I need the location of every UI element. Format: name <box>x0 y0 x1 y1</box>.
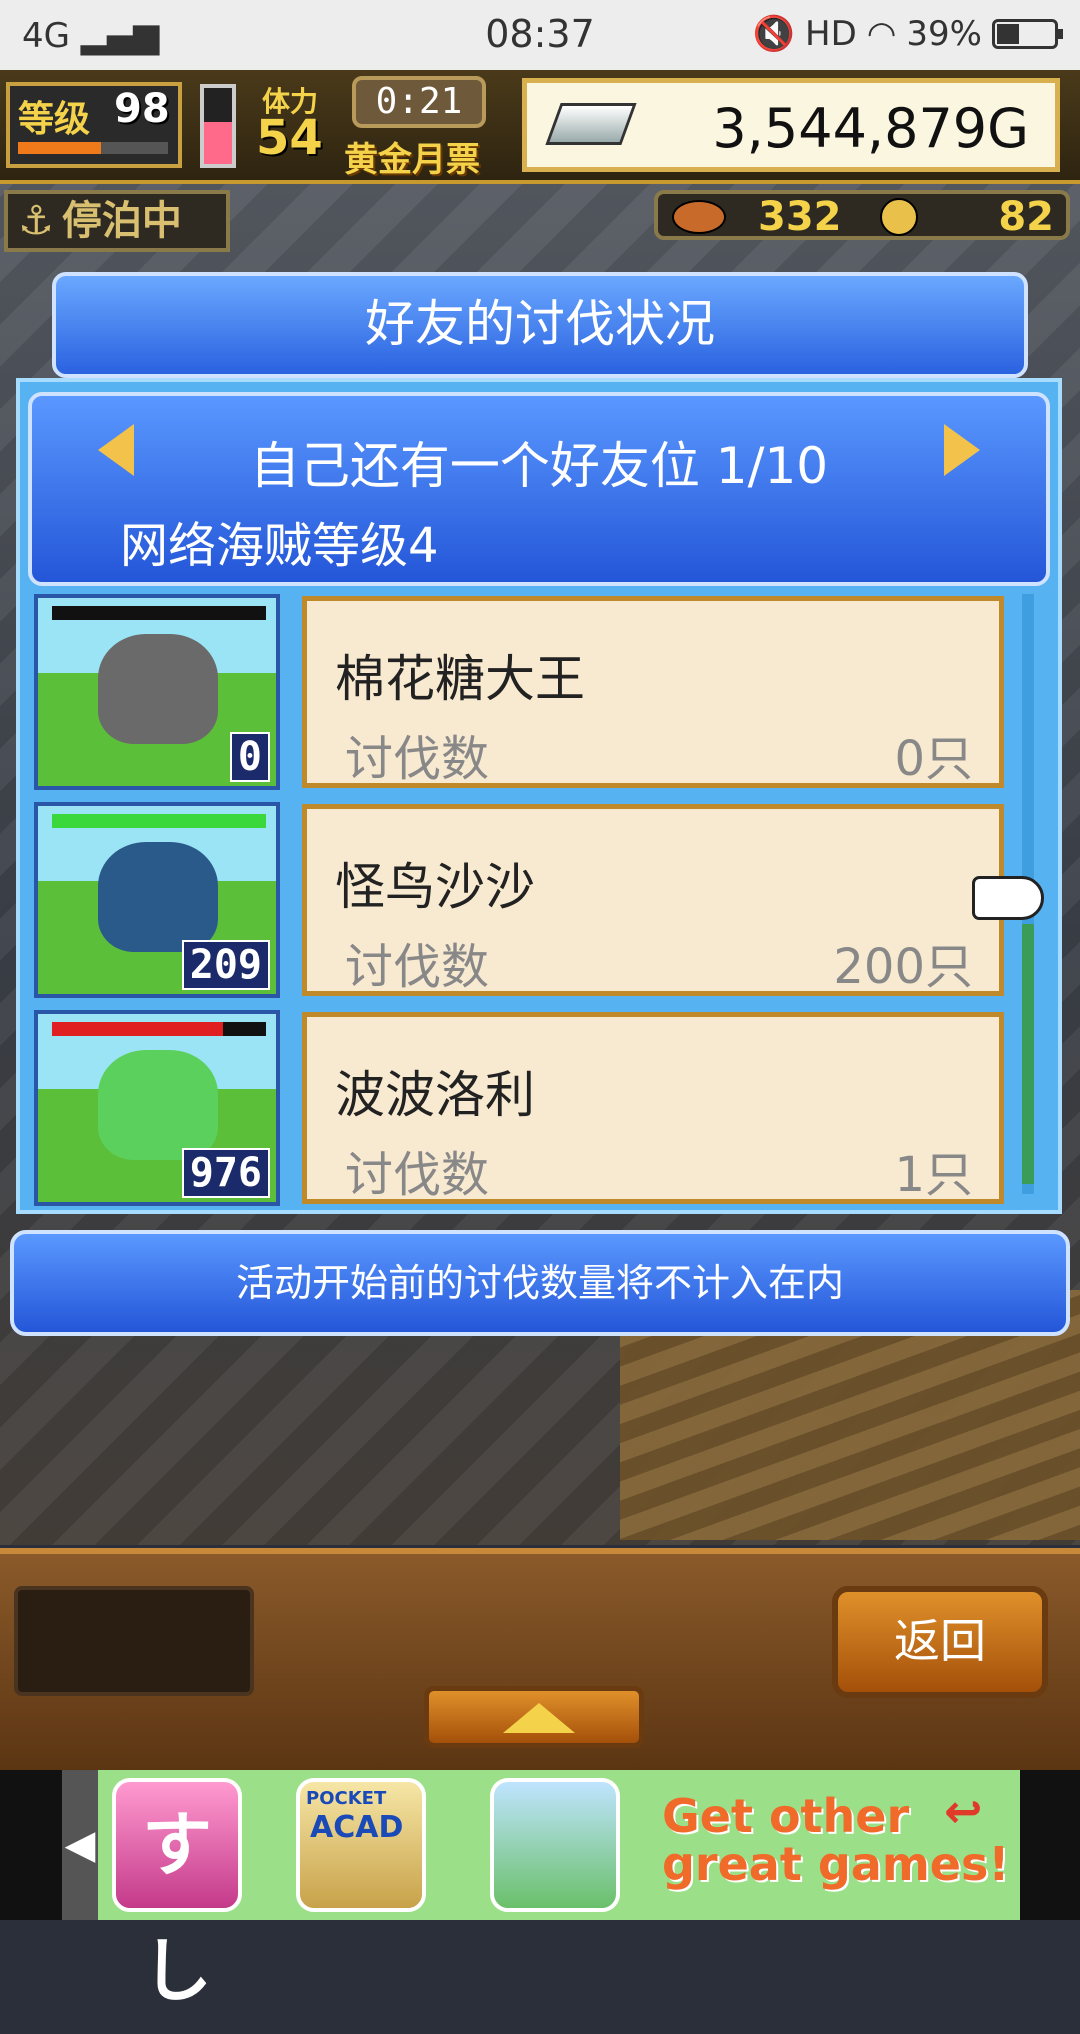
monster-thumbnail: 0 <box>34 594 280 790</box>
monster-thumbnail: 209 <box>34 802 280 998</box>
ad-text-line2: great games! <box>662 1837 1010 1891</box>
ad-app2-main: ACAD <box>310 1810 404 1845</box>
monster-name: 怪鸟沙沙 <box>335 858 535 916</box>
friend-header: 自己还有一个好友位 1/10 网络海贼等级4 <box>28 392 1050 586</box>
thumb-count: 0 <box>229 732 270 782</box>
up-arrow-icon <box>503 1703 575 1733</box>
menu-up-button[interactable] <box>424 1686 644 1748</box>
monster-card[interactable]: 怪鸟沙沙 讨伐数 200只 <box>302 804 1004 996</box>
monster-sprite <box>98 1050 218 1160</box>
ad-app-castle[interactable] <box>490 1778 620 1912</box>
ad-app2-top: POCKET <box>306 1788 387 1809</box>
gold-display: 3,544,879G <box>522 78 1060 172</box>
hd-label: HD <box>805 14 857 54</box>
stamina-value: 54 <box>256 110 323 166</box>
list-item: 976 波波洛利 讨伐数 1只 <box>30 1010 1030 1210</box>
stamina-timer: 0:21 <box>352 76 486 128</box>
pirate-level: 网络海贼等级4 <box>120 518 439 574</box>
top-hud: 等级 98 体力 54 0:21 黄金月票 3,544,879G <box>0 70 1080 184</box>
food-value: 332 <box>758 194 842 240</box>
silver-bar-icon <box>545 103 637 145</box>
ad-prev-arrow-icon[interactable]: ◀ <box>62 1770 98 1920</box>
anchor-icon: ⚓ <box>18 198 54 244</box>
stamina-gauge <box>200 84 236 168</box>
panel-title: 好友的讨伐状况 <box>52 272 1028 378</box>
medal-value: 82 <box>998 194 1054 240</box>
thumb-count: 209 <box>181 940 270 990</box>
level-label: 等级 <box>18 99 91 140</box>
battery-icon <box>992 19 1063 49</box>
level-box: 等级 98 <box>6 82 182 168</box>
scrollbar-thumb[interactable] <box>1022 924 1034 1184</box>
list-item: 0 棉花糖大王 讨伐数 0只 <box>30 594 1030 794</box>
monster-card[interactable]: 棉花糖大王 讨伐数 0只 <box>302 596 1004 788</box>
medal-icon <box>880 198 918 236</box>
monster-sprite <box>98 634 218 744</box>
gold-value: 3,544,879G <box>712 97 1029 160</box>
monster-name: 棉花糖大王 <box>335 650 585 708</box>
ad-return-arrow-icon: ↩ <box>944 1784 983 1838</box>
wifi-icon: ◠ <box>866 14 897 54</box>
friend-slot-text: 自己还有一个好友位 1/10 <box>249 437 829 495</box>
event-notice: 活动开始前的讨伐数量将不计入在内 <box>10 1230 1070 1336</box>
level-progress-bar <box>18 142 168 154</box>
pointing-hand-icon <box>972 876 1044 920</box>
empty-slot <box>14 1586 254 1696</box>
back-button[interactable]: 返回 <box>832 1586 1048 1698</box>
hp-bar <box>52 814 266 828</box>
ad-app-sushi[interactable]: すし <box>112 1778 242 2012</box>
ad-app-pocket-academy[interactable]: POCKET ACAD <box>296 1778 426 1912</box>
kill-value: 1只 <box>894 1147 973 1203</box>
mute-icon: 🔇 <box>752 14 795 54</box>
status-bar: 4G ▂▄▆ 08:37 🔇 HD ◠ 39% <box>0 0 1080 70</box>
kill-label: 讨伐数 <box>345 939 490 995</box>
monster-thumbnail: 976 <box>34 1010 280 1206</box>
monster-card[interactable]: 波波洛利 讨伐数 1只 <box>302 1012 1004 1204</box>
docked-label: 停泊中 <box>61 198 182 244</box>
bottom-bar: 返回 <box>0 1548 1080 1776</box>
monster-sprite <box>98 842 218 952</box>
thumb-count: 976 <box>181 1148 270 1198</box>
ad-banner[interactable]: ◀ すし POCKET ACAD Get other great games! … <box>0 1770 1080 2012</box>
kill-value: 200只 <box>833 939 973 995</box>
gold-pass-label[interactable]: 黄金月票 <box>344 132 480 181</box>
list-item: 209 怪鸟沙沙 讨伐数 200只 <box>30 802 1030 1002</box>
status-icons: 🔇 HD ◠ 39% <box>752 14 1063 54</box>
kill-value: 0只 <box>894 731 973 787</box>
food-icon <box>672 200 726 234</box>
kill-label: 讨伐数 <box>345 731 490 787</box>
battery-percent: 39% <box>906 14 982 54</box>
kill-label: 讨伐数 <box>345 1147 490 1203</box>
docked-status: ⚓ 停泊中 <box>4 190 230 252</box>
resource-bar: 332 82 <box>654 190 1070 240</box>
level-value: 98 <box>114 86 170 132</box>
hp-bar <box>52 1022 266 1036</box>
monster-name: 波波洛利 <box>335 1066 535 1124</box>
hp-bar <box>52 606 266 620</box>
monster-list: 0 棉花糖大王 讨伐数 0只 209 怪鸟沙沙 讨伐数 200只 976 波波洛… <box>30 594 1030 1206</box>
